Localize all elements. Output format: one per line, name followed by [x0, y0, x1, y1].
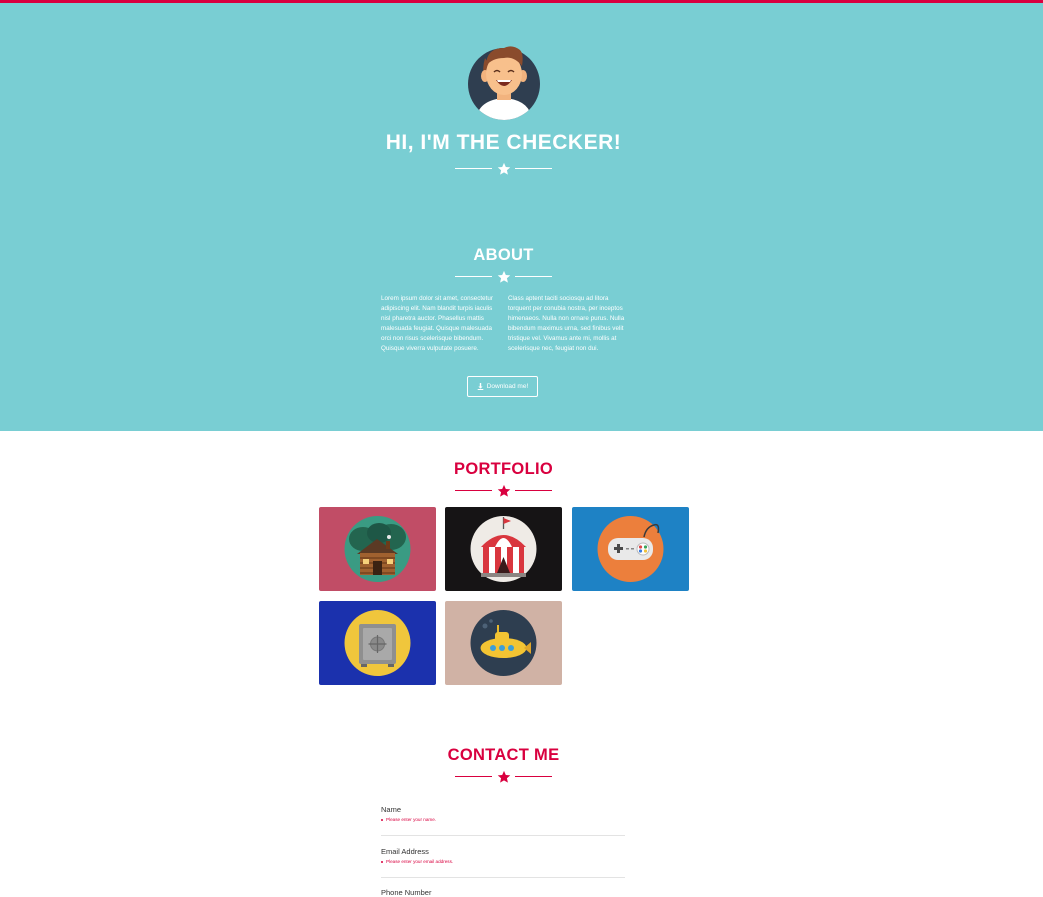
portfolio-divider	[455, 484, 552, 498]
about-title: ABOUT	[473, 246, 534, 264]
hero-divider	[455, 162, 552, 176]
email-input[interactable]	[381, 871, 625, 878]
hero-title: HI, I'M THE CHECKER!	[385, 131, 622, 154]
circus-tent-icon	[470, 516, 537, 582]
name-field: Name Please enter your name.	[381, 805, 625, 836]
name-label: Name	[381, 805, 402, 814]
download-button-label: Download me!	[486, 383, 529, 390]
star-icon	[497, 770, 511, 783]
portfolio-item-safe[interactable]	[319, 601, 436, 685]
star-icon	[497, 270, 511, 283]
star-icon	[497, 484, 511, 497]
about-paragraph-right: Class aptent taciti sociosqu ad litora t…	[508, 295, 625, 352]
safe-icon	[344, 610, 411, 676]
avatar	[468, 44, 540, 120]
email-label: Email Address	[381, 847, 429, 856]
cabin-icon	[344, 516, 411, 582]
portfolio-item-submarine[interactable]	[445, 601, 562, 685]
game-controller-icon	[597, 516, 664, 582]
submarine-icon	[470, 610, 537, 676]
about-paragraph-left: Lorem ipsum dolor sit amet, consectetur …	[381, 295, 493, 352]
email-error: Please enter your email address.	[381, 859, 625, 864]
contact-divider	[455, 770, 552, 784]
portfolio-item-controller[interactable]	[572, 507, 689, 591]
portfolio-item-circus[interactable]	[445, 507, 562, 591]
name-error: Please enter your name.	[381, 817, 625, 822]
download-icon	[477, 383, 484, 390]
name-input[interactable]	[381, 829, 625, 836]
portfolio-title: PORTFOLIO	[454, 460, 553, 478]
about-divider	[455, 270, 552, 284]
portfolio-item-cabin[interactable]	[319, 507, 436, 591]
download-button[interactable]: Download me!	[467, 376, 538, 397]
star-icon	[497, 162, 511, 175]
email-field: Email Address Please enter your email ad…	[381, 847, 625, 878]
contact-title: CONTACT ME	[447, 746, 560, 764]
